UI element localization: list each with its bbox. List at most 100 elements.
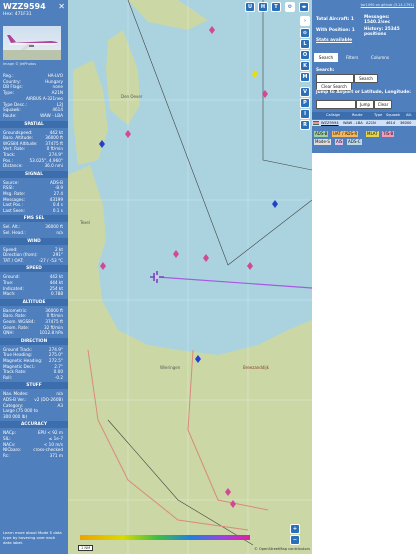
detail-row: Mach: 0.788 (3, 291, 63, 297)
aircraft-list-panel: tar1090 on github (3.14.1791) Total Airc… (312, 0, 416, 554)
detail-label: 300 000 lb) (3, 413, 28, 419)
zoom-out-button[interactable]: − (290, 535, 300, 545)
detail-value: -0.2 (54, 374, 63, 380)
detail-label: TAT / OAT: (3, 257, 24, 263)
map-settings-icon[interactable]: ⚙ (285, 2, 295, 12)
search-button[interactable]: Search (354, 74, 378, 83)
tab-columns[interactable]: Columns (366, 53, 394, 62)
zoom-in-button[interactable]: + (290, 524, 300, 534)
expand-right-icon[interactable]: › (300, 16, 310, 26)
detail-value: WAW - LBA (40, 112, 63, 118)
button-v[interactable]: V (300, 87, 310, 97)
legend-modes: Mode-S (314, 139, 331, 145)
legend-tisb: TIS-B (382, 131, 395, 137)
version-link[interactable]: tar1090 on github (3.14.1791) (361, 3, 414, 7)
detail-label: Mach: (3, 291, 16, 297)
section-header-altitude: ALTITUDE (0, 298, 68, 306)
detail-value: -27 / -53 °C (38, 257, 63, 263)
clear-jump-button[interactable]: Clear (374, 100, 392, 109)
search-label: Search: (316, 68, 335, 73)
collapse-panel-icon[interactable]: ◂▸ (299, 2, 309, 12)
detail-row: Route: WAW - LBA (3, 113, 63, 119)
detail-value: 0.1 s (52, 207, 63, 213)
photo-credit: Image © JetPhotos (3, 62, 37, 66)
aircraft-photo[interactable] (3, 26, 61, 60)
button-r[interactable]: R (300, 120, 310, 130)
map-label-den-oever: Den Oever (121, 94, 143, 99)
section-header-stuff: STUFF (0, 382, 68, 390)
detail-label: Distance: (3, 163, 23, 169)
detail-row: Rc: 371 m (3, 453, 63, 459)
airplane-photo-icon (3, 35, 61, 60)
legend-adsc: ADS-C (347, 139, 362, 145)
col-type[interactable]: Type (374, 112, 382, 119)
map-label-breezanddijk: Breezanddijk (243, 365, 269, 370)
section-header-accuracy: ACCURACY (0, 421, 68, 429)
detail-label: QNH: (3, 330, 14, 336)
jump-input[interactable] (316, 100, 356, 109)
footer-note: Learn more about Mode S data type by hov… (3, 530, 62, 545)
button-u[interactable]: U (245, 2, 255, 12)
legend-adsb: ADS-B (314, 131, 329, 137)
detail-row: Last Seen: 0.1 s (3, 208, 63, 214)
recenter-icon[interactable]: ⊙ (300, 28, 310, 38)
button-l[interactable]: L (300, 39, 310, 49)
col-route[interactable]: Route (352, 112, 362, 119)
section-header-signal: SIGNAL (0, 170, 68, 178)
jump-button[interactable]: Jump (356, 100, 374, 109)
detail-row: Sel. Head.: n/a (3, 230, 63, 236)
stats-panel: tar1090 on github (3.14.1791) Total Airc… (312, 0, 416, 153)
tab-filters[interactable]: Filters (340, 53, 364, 62)
altitude-legend (80, 535, 250, 540)
callsign: WZZ9594 (3, 2, 46, 11)
detail-row: 300 000 lb) (3, 414, 63, 420)
button-h[interactable]: H (258, 2, 268, 12)
section-header-speed: SPEED (0, 265, 68, 273)
detail-value: 36.0 nmi (44, 163, 63, 169)
detail-label: Route: (3, 112, 17, 118)
map-label-texel: Texel (80, 220, 90, 225)
detail-value: 1012.8 hPa (39, 330, 63, 336)
section-header-wind: WIND (0, 237, 68, 245)
messages-rate: Messages: 1540.2/sec (364, 15, 391, 25)
detail-row: Distance: 36.0 nmi (3, 163, 63, 169)
button-i[interactable]: I (300, 109, 310, 119)
section-header-spatial: SPATIAL (0, 120, 68, 128)
detail-row: TAT / OAT: -27 / -53 °C (3, 258, 63, 264)
button-k[interactable]: K (300, 61, 310, 71)
map-attribution: © OpenStreetMap contributors (254, 547, 310, 551)
detail-value: 0.788 (51, 291, 63, 297)
button-p[interactable]: P (300, 98, 310, 108)
map-scale: 1 NM (78, 545, 94, 551)
map-view[interactable]: Den Oever Texel Wieringen Breezanddijk 1… (68, 0, 312, 554)
table-row[interactable]: WZZ9594 WAW - LBA A21N 4614 36000 (312, 120, 416, 126)
hex-code: Hex: 471F31 (3, 12, 32, 17)
button-m[interactable]: M (300, 72, 310, 82)
detail-value: n/a (56, 230, 63, 235)
legend-mlat: MLAT (366, 131, 379, 137)
map-label-wieringen: Wieringen (160, 365, 181, 370)
row-alt: 36000 (400, 121, 412, 125)
legend-uat: UAT / ADS-R (332, 131, 359, 137)
stats-link[interactable]: Stats available (316, 38, 352, 43)
button-t[interactable]: T (271, 2, 281, 12)
detail-row: Roll: -0.2 (3, 375, 63, 381)
tab-search[interactable]: Search (314, 53, 338, 62)
flag-icon (313, 121, 319, 125)
detail-label: Roll: (3, 374, 13, 380)
close-icon[interactable]: ✕ (58, 2, 65, 11)
detail-label: Last Seen: (3, 207, 25, 213)
aircraft-header: WZZ9594 Hex: 471F31 ✕ (0, 0, 68, 20)
row-callsign[interactable]: WZZ9594 (321, 120, 339, 126)
aircraft-info-panel: WZZ9594 Hex: 471F31 ✕ Image © JetPhotos … (0, 0, 68, 554)
section-header-fms-sel: FMS SEL (0, 215, 68, 223)
col-callsign[interactable]: Callsign (326, 112, 340, 119)
with-position: With Position: 1 (316, 28, 355, 33)
row-type: A21N (366, 121, 376, 125)
detail-row: QNH: 1012.8 hPa (3, 330, 63, 336)
col-alt[interactable]: Alt. (406, 112, 412, 119)
button-o[interactable]: O (300, 50, 310, 60)
detail-label: Rc: (3, 452, 10, 458)
col-squawk[interactable]: Squawk (386, 112, 400, 119)
table-header: Callsign Route Type Squawk Alt. (312, 112, 416, 119)
